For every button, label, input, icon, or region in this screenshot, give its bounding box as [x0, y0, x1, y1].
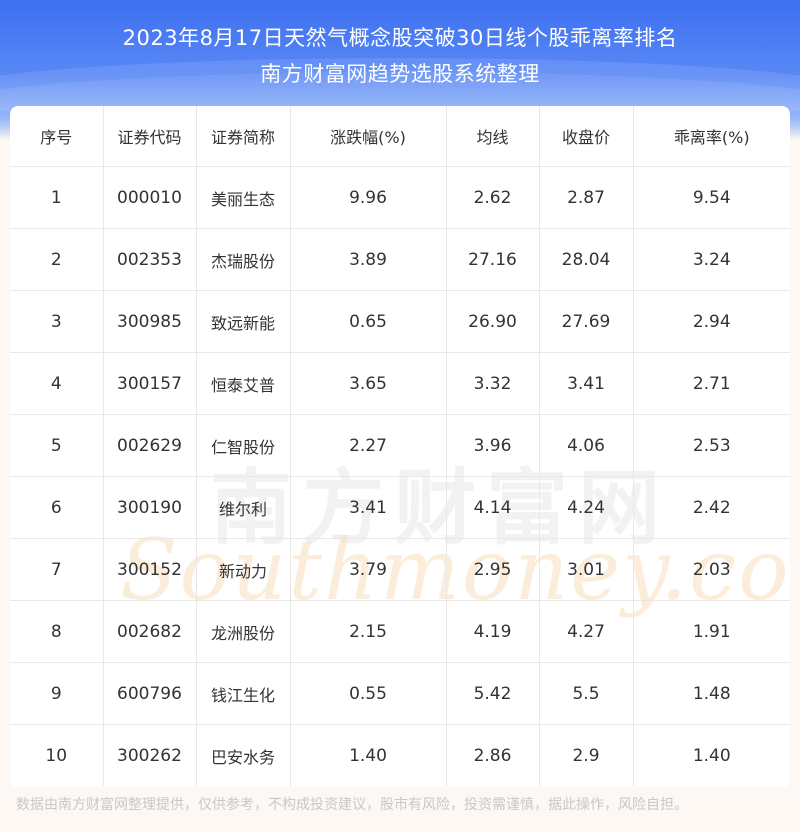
cell-change: 0.55 [290, 662, 447, 725]
cell-close: 4.27 [539, 600, 634, 663]
cell-code: 002682 [103, 600, 197, 663]
cell-bias: 9.54 [633, 166, 790, 229]
table-header-row: 序号 证券代码 证券简称 涨跌幅(%) 均线 收盘价 乖离率(%) [10, 106, 790, 167]
cell-rank: 10 [10, 724, 104, 786]
cell-rank: 7 [10, 538, 104, 601]
table-row: 3 300985 致远新能 0.65 26.90 27.69 2.94 [10, 290, 790, 353]
cell-code: 300985 [103, 290, 197, 353]
cell-code: 002629 [103, 414, 197, 477]
cell-name: 致远新能 [196, 290, 291, 353]
cell-rank: 6 [10, 476, 104, 539]
cell-code: 300157 [103, 352, 197, 415]
cell-change: 2.27 [290, 414, 447, 477]
cell-close: 3.01 [539, 538, 634, 601]
cell-ma: 27.16 [446, 228, 540, 291]
footer-disclaimer: 数据由南方财富网整理提供，仅供参考，不构成投资建议，股市有风险，投资需谨慎，据此… [16, 797, 688, 813]
cell-name: 维尔利 [196, 476, 291, 539]
cell-name: 美丽生态 [196, 166, 291, 229]
cell-bias: 1.40 [692, 745, 731, 766]
cell-change: 1.40 [290, 724, 447, 786]
cell-bias: 3.24 [633, 228, 790, 291]
cell-ma: 3.96 [446, 414, 540, 477]
cell-change: 3.41 [290, 476, 447, 539]
cell-change: 3.89 [290, 228, 447, 291]
table-row: 6 300190 维尔利 3.41 4.14 4.24 2.42 [10, 476, 790, 539]
cell-bias: 2.42 [633, 476, 790, 539]
column-header: 乖离率(%) [633, 106, 790, 167]
cell-ma: 2.95 [446, 538, 540, 601]
cell-close: 2.9 [539, 724, 634, 786]
table-row: 10 300262 巴安水务 1.40 2.86 2.9 1.40 [10, 724, 790, 786]
cell-code: 300262 [103, 724, 197, 786]
cell-code: 002353 [103, 228, 197, 291]
cell-code: 000010 [103, 166, 197, 229]
ranking-table: 序号 证券代码 证券简称 涨跌幅(%) 均线 收盘价 乖离率(%) 1 0000… [10, 106, 790, 786]
cell-bias: 1.91 [633, 600, 790, 663]
column-header: 证券代码 [103, 106, 197, 167]
column-header: 涨跌幅(%) [290, 106, 447, 167]
table-row: 5 002629 仁智股份 2.27 3.96 4.06 2.53 [10, 414, 790, 477]
cell-name: 龙洲股份 [196, 600, 291, 663]
cell-close: 27.69 [539, 290, 634, 353]
cell-change: 3.65 [290, 352, 447, 415]
cell-bias: 2.71 [633, 352, 790, 415]
cell-ma: 5.42 [446, 662, 540, 725]
cell-name: 新动力 [196, 538, 291, 601]
table-row: 4 300157 恒泰艾普 3.65 3.32 3.41 2.71 [10, 352, 790, 415]
cell-ma: 26.90 [446, 290, 540, 353]
cell-ma: 4.14 [446, 476, 540, 539]
cell-close: 5.5 [539, 662, 634, 725]
cell-bias: 2.94 [633, 290, 790, 353]
table-row: 7 300152 新动力 3.79 2.95 3.01 2.03 [10, 538, 790, 601]
cell-rank: 5 [10, 414, 104, 477]
cell-ma: 3.32 [446, 352, 540, 415]
cell-close: 4.06 [539, 414, 634, 477]
cell-close: 2.87 [539, 166, 634, 229]
cell-ma: 2.86 [446, 724, 540, 786]
table-row: 9 600796 钱江生化 0.55 5.42 5.5 1.48 [10, 662, 790, 725]
column-header: 均线 [446, 106, 540, 167]
page-subtitle: 南方财富网趋势选股系统整理 [260, 62, 540, 86]
cell-change: 9.96 [290, 166, 447, 229]
cell-rank: 9 [10, 662, 104, 725]
cell-ma: 4.19 [446, 600, 540, 663]
cell-close: 28.04 [539, 228, 634, 291]
cell-bias: 2.03 [633, 538, 790, 601]
cell-name: 钱江生化 [196, 662, 291, 725]
cell-name: 杰瑞股份 [196, 228, 291, 291]
cell-name: 巴安水务 [196, 724, 291, 786]
cell-code: 300190 [103, 476, 197, 539]
column-header: 证券简称 [196, 106, 291, 167]
cell-rank: 3 [10, 290, 104, 353]
cell-change: 2.15 [290, 600, 447, 663]
table-row: 1 000010 美丽生态 9.96 2.62 2.87 9.54 [10, 166, 790, 229]
column-header: 序号 [10, 106, 104, 167]
cell-code: 300152 [103, 538, 197, 601]
cell-name: 仁智股份 [196, 414, 291, 477]
cell-ma: 2.62 [446, 166, 540, 229]
cell-name: 恒泰艾普 [196, 352, 291, 415]
cell-close: 3.41 [539, 352, 634, 415]
column-header: 收盘价 [539, 106, 634, 167]
cell-rank: 1 [10, 166, 104, 229]
cell-change: 3.79 [290, 538, 447, 601]
table-row: 2 002353 杰瑞股份 3.89 27.16 28.04 3.24 [10, 228, 790, 291]
cell-close: 4.24 [539, 476, 634, 539]
page-title: 2023年8月17日天然气概念股突破30日线个股乖离率排名 [122, 26, 678, 50]
table-row: 8 002682 龙洲股份 2.15 4.19 4.27 1.91 [10, 600, 790, 663]
cell-rank: 2 [10, 228, 104, 291]
cell-rank: 4 [10, 352, 104, 415]
data-table-card: 南方财富网 Southmoney.com 序号 证券代码 证券简称 涨跌幅(%)… [10, 106, 790, 787]
cell-code: 600796 [103, 662, 197, 725]
cell-bias: 1.48 [633, 662, 790, 725]
cell-bias: 2.53 [633, 414, 790, 477]
cell-change: 0.65 [290, 290, 447, 353]
cell-rank: 8 [10, 600, 104, 663]
